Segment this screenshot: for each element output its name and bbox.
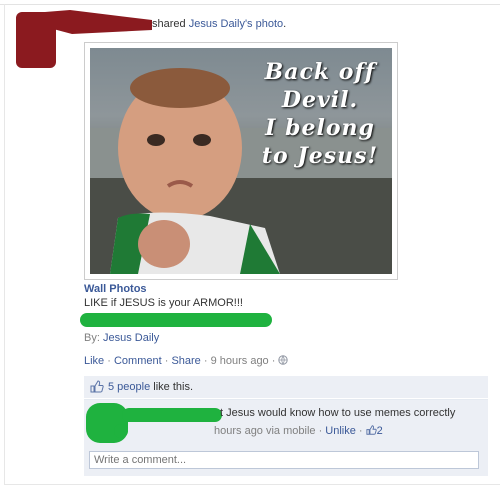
- post-actions: Like · Comment · Share · 9 hours ago ·: [84, 355, 289, 367]
- likers-link[interactable]: 5 people: [108, 381, 150, 393]
- shared-photo[interactable]: Back off Devil. I belong to Jesus!: [90, 48, 392, 274]
- comment-composer: [84, 446, 488, 476]
- comment-time[interactable]: hours ago via mobile: [214, 425, 316, 437]
- separator: ·: [315, 425, 326, 437]
- meme-line-2: Devil.: [281, 87, 359, 113]
- comment-meta: hours ago via mobile · Unlike · 2: [214, 425, 383, 437]
- redaction-commenter-name: [122, 408, 222, 422]
- left-border: [4, 4, 5, 484]
- comment-item: t Jesus would know how to use memes corr…: [84, 399, 488, 446]
- timestamp[interactable]: 9 hours ago: [211, 355, 269, 367]
- album-title-link[interactable]: Wall Photos: [84, 283, 147, 295]
- likes-summary: 5 people like this.: [84, 376, 488, 398]
- by-author-link[interactable]: Jesus Daily: [103, 332, 159, 344]
- meme-line-1: Back off: [264, 59, 376, 85]
- photo-caption: LIKE if JESUS is your ARMOR!!!: [84, 297, 243, 309]
- share-link[interactable]: Share: [171, 355, 200, 367]
- globe-icon[interactable]: [278, 355, 289, 367]
- thumbs-up-icon: [90, 380, 104, 396]
- top-divider: [0, 0, 500, 5]
- story-headline: shared Jesus Daily's photo.: [152, 18, 286, 30]
- unlike-link[interactable]: Unlike: [325, 425, 356, 437]
- story-period: .: [283, 18, 287, 30]
- comment-input[interactable]: [89, 451, 479, 469]
- photo-link[interactable]: photo: [256, 18, 284, 30]
- story-verb: shared: [152, 18, 186, 30]
- likes-text: 5 people like this.: [108, 381, 193, 393]
- meme-line-4: to Jesus!: [261, 143, 379, 169]
- thumbs-up-icon[interactable]: [366, 425, 377, 437]
- redaction-scribble-green: [80, 313, 272, 327]
- shared-photo-frame[interactable]: Back off Devil. I belong to Jesus!: [84, 42, 398, 280]
- meme-caption: Back off Devil. I belong to Jesus!: [245, 58, 392, 170]
- bottom-border: [4, 484, 500, 485]
- by-label: By:: [84, 332, 100, 344]
- comment-like-count[interactable]: 2: [377, 425, 383, 437]
- separator: ·: [355, 425, 366, 437]
- comment-link[interactable]: Comment: [114, 355, 162, 367]
- like-link[interactable]: Like: [84, 355, 104, 367]
- separator: ·: [161, 355, 172, 367]
- page-owner-link[interactable]: Jesus Daily's: [189, 18, 253, 30]
- redaction-comment-time: [114, 424, 128, 438]
- separator: ·: [268, 355, 279, 367]
- comment-text: t Jesus would know how to use memes corr…: [220, 407, 456, 419]
- meme-line-3: I belong: [265, 115, 375, 141]
- separator: ·: [200, 355, 211, 367]
- by-line: By: Jesus Daily: [84, 332, 159, 344]
- likes-suffix: like this.: [150, 381, 194, 393]
- separator: ·: [104, 355, 114, 367]
